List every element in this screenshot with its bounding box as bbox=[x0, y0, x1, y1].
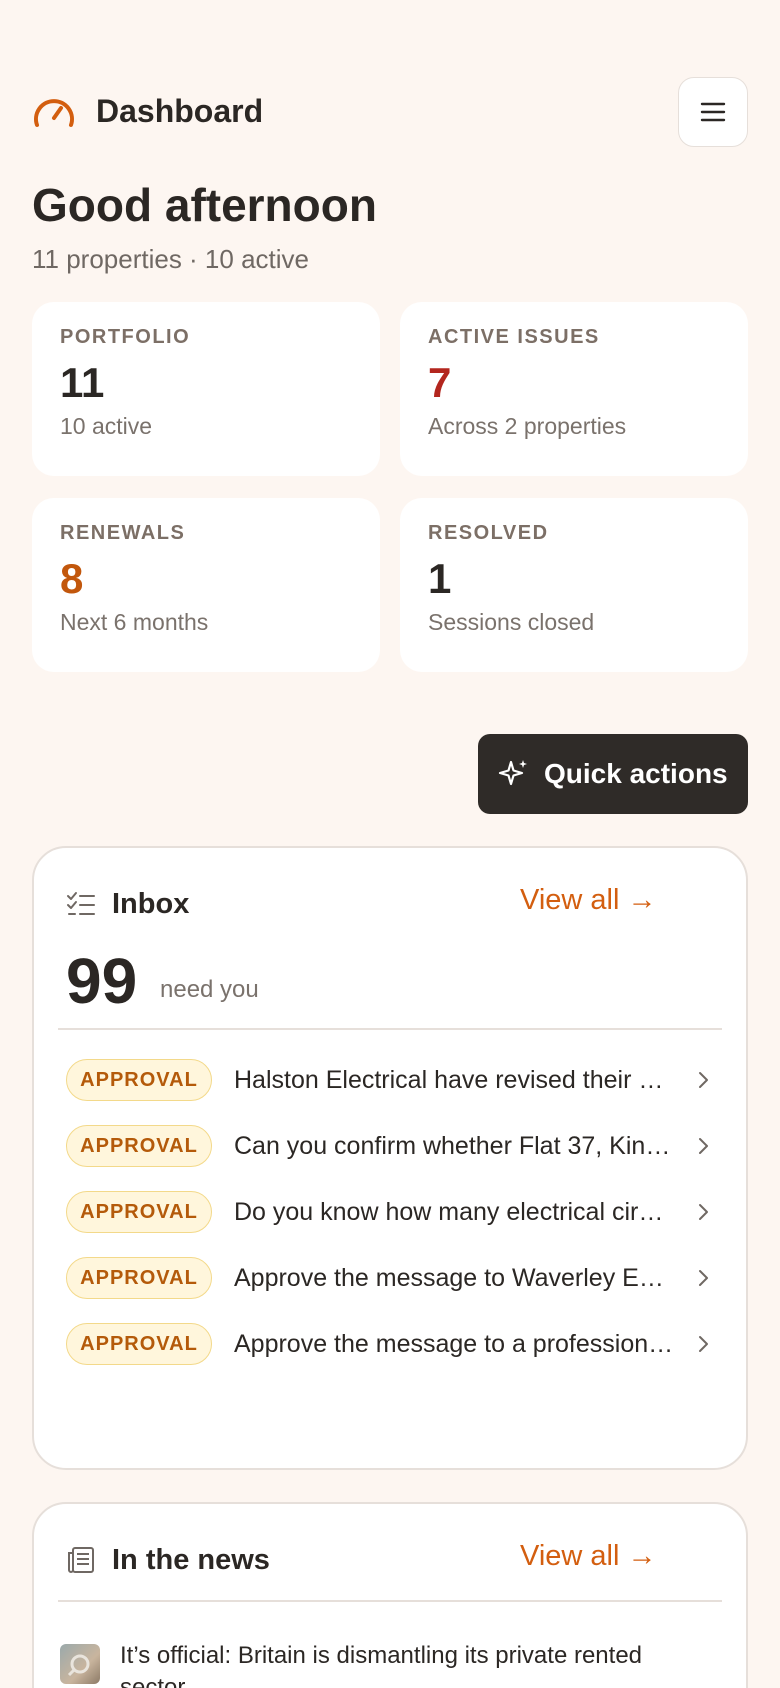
stat-label: RESOLVED bbox=[428, 522, 549, 544]
stat-value: 1 bbox=[428, 555, 452, 602]
inbox-header: Inbox bbox=[66, 884, 189, 924]
inbox-title: Inbox bbox=[112, 887, 190, 920]
stat-card-active-issues[interactable]: ACTIVE ISSUES 7 Across 2 properties bbox=[400, 302, 748, 476]
chevron-right-icon bbox=[699, 1270, 708, 1286]
approval-badge: APPROVAL bbox=[66, 1059, 212, 1101]
inbox-count-label: need you bbox=[160, 976, 259, 1003]
menu-button[interactable] bbox=[678, 77, 748, 147]
inbox-item[interactable]: APPROVAL Approve the message to a profes… bbox=[66, 1322, 726, 1366]
inbox-item-text: Do you know how many electrical circuits… bbox=[234, 1197, 674, 1226]
sparkles-icon bbox=[498, 760, 527, 786]
app-title: Dashboard bbox=[96, 93, 264, 129]
approval-badge: APPROVAL bbox=[66, 1125, 212, 1167]
quick-actions-button[interactable]: Quick actions bbox=[478, 734, 748, 814]
stat-label: RENEWALS bbox=[60, 522, 186, 544]
inbox-item[interactable]: APPROVAL Approve the message to Waverley… bbox=[66, 1256, 726, 1300]
news-image-icon bbox=[67, 1654, 90, 1677]
chevron-right-icon bbox=[699, 1204, 708, 1220]
chevron-right-icon bbox=[699, 1336, 708, 1352]
stat-label: ACTIVE ISSUES bbox=[428, 326, 600, 348]
greeting-title: Good afternoon bbox=[32, 179, 377, 231]
stat-card-resolved[interactable]: RESOLVED 1 Sessions closed bbox=[400, 498, 748, 672]
stat-description: Across 2 properties bbox=[428, 413, 627, 440]
stat-value: 7 bbox=[428, 359, 452, 406]
quick-actions-label: Quick actions bbox=[544, 758, 728, 789]
chevron-right-icon bbox=[699, 1138, 708, 1154]
inbox-panel: Inbox View all → 99 need you APPROVAL Ha… bbox=[32, 846, 748, 1470]
inbox-item[interactable]: APPROVAL Do you know how many electrical… bbox=[66, 1190, 726, 1234]
inbox-view-all-link[interactable]: View all → bbox=[520, 884, 656, 917]
stat-value: 8 bbox=[60, 555, 84, 602]
gauge-icon bbox=[34, 99, 74, 127]
inbox-item-text: Approve the message to a professional co… bbox=[234, 1329, 674, 1358]
approval-badge: APPROVAL bbox=[66, 1191, 212, 1233]
news-view-all-link[interactable]: View all → bbox=[520, 1540, 656, 1573]
news-divider bbox=[58, 1600, 722, 1602]
stat-label: PORTFOLIO bbox=[60, 326, 191, 348]
app-header: Dashboard bbox=[32, 77, 748, 147]
inbox-count: 99 bbox=[66, 945, 138, 1017]
stat-description: Sessions closed bbox=[428, 609, 595, 636]
stat-value: 11 bbox=[60, 359, 105, 406]
inbox-item[interactable]: APPROVAL Can you confirm whether Flat 37… bbox=[66, 1124, 726, 1168]
news-title: In the news bbox=[112, 1543, 270, 1576]
stat-description: 10 active bbox=[60, 413, 153, 440]
news-item[interactable]: It’s official: Britain is dismantling it… bbox=[60, 1640, 700, 1688]
approval-badge: APPROVAL bbox=[66, 1323, 212, 1365]
news-header: In the news bbox=[66, 1540, 270, 1580]
hamburger-menu-icon bbox=[700, 102, 726, 122]
chevron-right-icon bbox=[699, 1072, 708, 1088]
stat-description: Next 6 months bbox=[60, 609, 209, 636]
inbox-item[interactable]: APPROVAL Halston Electrical have revised… bbox=[66, 1058, 726, 1102]
approval-badge: APPROVAL bbox=[66, 1257, 212, 1299]
news-item-text: It’s official: Britain is dismantling it… bbox=[120, 1642, 643, 1688]
inbox-item-text: Approve the message to Waverley Estates … bbox=[234, 1263, 674, 1292]
newspaper-icon bbox=[68, 1547, 94, 1573]
checklist-icon bbox=[67, 892, 95, 915]
inbox-item-text: Halston Electrical have revised their qu… bbox=[234, 1065, 674, 1094]
news-panel: In the news View all → It’s official: Br… bbox=[32, 1502, 748, 1688]
stat-card-portfolio[interactable]: PORTFOLIO 11 10 active bbox=[32, 302, 380, 476]
inbox-divider bbox=[58, 1028, 722, 1030]
news-thumbnail bbox=[60, 1644, 100, 1684]
greeting-subtitle: 11 properties · 10 active bbox=[32, 244, 309, 274]
inbox-item-text: Can you confirm whether Flat 37, Kingsle… bbox=[234, 1131, 674, 1160]
stat-card-renewals[interactable]: RENEWALS 8 Next 6 months bbox=[32, 498, 380, 672]
